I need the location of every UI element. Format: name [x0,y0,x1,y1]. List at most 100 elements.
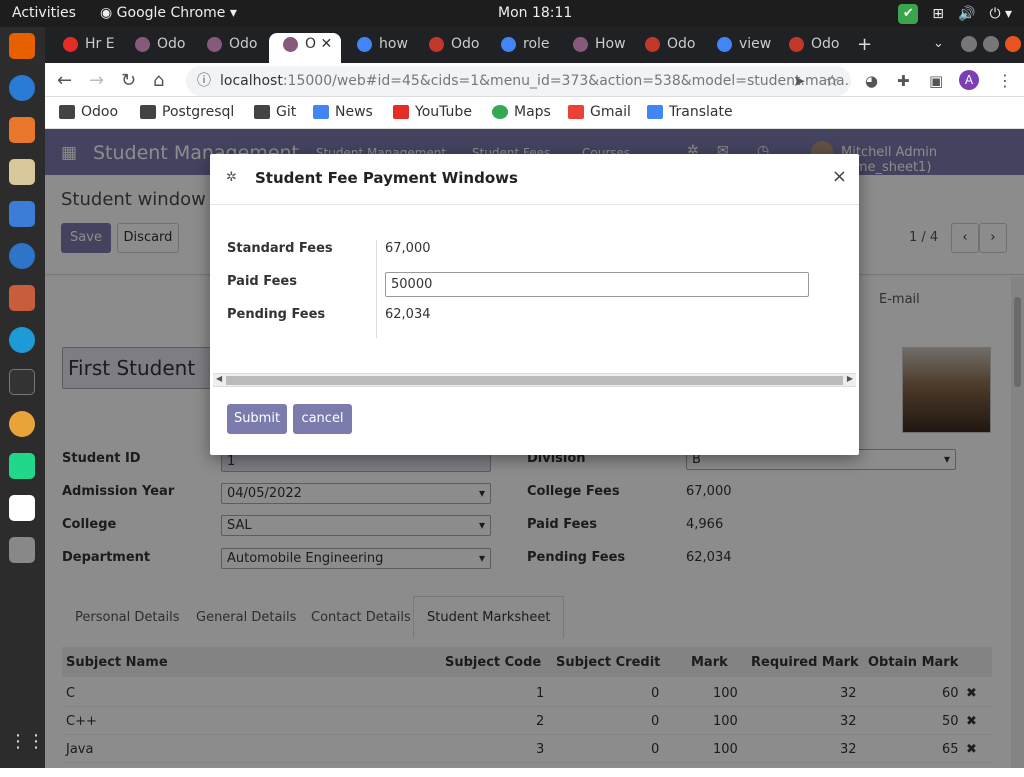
tab-label: Odo [811,36,840,52]
submit-button[interactable]: Submit [227,404,287,434]
url-host: localhost [220,73,283,89]
browser-tab[interactable]: Odo [775,33,847,63]
fee-payment-dialog: ✲ Student Fee Payment Windows × Standard… [210,154,859,455]
maps-icon [492,105,508,119]
tab-label: view [739,36,772,52]
close-window-icon[interactable] [1005,36,1021,52]
power-icon: ⏻ ▾ [989,6,1012,22]
folder-icon [140,105,156,119]
bookmark-maps[interactable]: Maps [492,104,551,120]
tab-favicon [645,37,660,52]
help-icon[interactable] [9,75,35,101]
browser-tab[interactable]: role [487,33,559,63]
thunderbird-icon[interactable] [9,243,35,269]
paid-fees-label: Paid Fees [227,274,297,289]
bookmarks-bar: Odoo Postgresql Git News YouTube Maps Gm… [45,97,1024,129]
firefox-icon[interactable] [9,33,35,59]
send-icon[interactable]: ➤ [793,72,806,90]
dialog-horizontal-scrollbar[interactable]: ◀ ▶ [213,373,856,387]
tab-favicon [501,37,516,52]
tab-favicon [207,37,222,52]
system-tray[interactable]: ✔ ⊞ 🔊 ⏻ ▾ [898,4,1012,24]
maximize-icon[interactable] [983,36,999,52]
dock: ⋮⋮ [0,27,45,768]
show-apps-icon[interactable]: ⋮⋮ [9,731,45,757]
gmail-icon [568,105,584,119]
bookmark-translate[interactable]: Translate [647,104,733,120]
bookmark-star-icon[interactable]: ☆ [825,71,839,90]
browser-tab[interactable]: Odo [631,33,703,63]
writer-icon[interactable] [9,201,35,227]
close-tab-icon[interactable]: ✕ [320,36,332,52]
app-menu[interactable]: ◉ Google Chrome ▾ [100,5,237,21]
speaker-icon[interactable] [9,159,35,185]
folder-icon [59,105,75,119]
skype-icon[interactable] [9,327,35,353]
clock[interactable]: Mon 18:11 [498,5,572,21]
field-divider [376,240,377,338]
tab-search-icon[interactable]: ⌄ [933,36,944,51]
app-name: Google Chrome [116,5,226,21]
browser-tab[interactable]: how [343,33,415,63]
browser-tab[interactable]: Odo [193,33,265,63]
tab-favicon [717,37,732,52]
scroll-right-icon[interactable]: ▶ [847,374,853,383]
bookmark-odoo[interactable]: Odoo [59,104,118,120]
url-input[interactable]: ⓘ localhost:15000/web#id=45&cids=1&menu_… [186,66,851,96]
paid-fees-input[interactable]: 50000 [385,272,809,297]
browser-tab[interactable]: Hr E [49,33,121,63]
minimize-icon[interactable] [961,36,977,52]
browser-tab[interactable]: view [703,33,775,63]
debug-bug-icon[interactable]: ✲ [226,170,237,185]
back-icon[interactable]: ← [57,70,72,91]
bookmark-youtube[interactable]: YouTube [393,104,472,120]
chrome-dock-icon[interactable] [9,411,35,437]
chrome-icon: ◉ [100,5,113,21]
url-path: :15000/web#id=45&cids=1&menu_id=373&acti… [282,73,851,89]
reload-icon[interactable]: ↻ [121,70,136,91]
update-check-icon[interactable]: ✔ [898,4,919,24]
menu-icon[interactable]: ⋮ [997,71,1013,90]
terminal-icon[interactable] [9,369,35,395]
extension-icon[interactable]: ◕ [865,72,878,90]
bookmark-gmail[interactable]: Gmail [568,104,631,120]
browser-tab-active[interactable]: O ✕ [269,33,341,63]
tab-favicon [283,37,298,52]
browser-tab[interactable]: How [559,33,631,63]
tab-favicon [135,37,150,52]
files-icon[interactable] [9,285,35,311]
profile-avatar[interactable]: A [959,70,979,90]
tab-favicon [357,37,372,52]
tab-favicon [63,37,78,52]
tab-strip: Hr E Odo Odo O ✕ how Odo role How Odo vi… [45,27,1024,63]
site-info-icon[interactable]: ⓘ [197,66,211,96]
tab-label: Odo [229,36,258,52]
bookmark-news[interactable]: News [313,104,373,120]
software-icon[interactable] [9,117,35,143]
bookmark-git[interactable]: Git [254,104,296,120]
pycharm-icon[interactable] [9,453,35,479]
viewer-icon[interactable] [9,537,35,563]
puzzle-icon[interactable]: ✚ [897,72,910,90]
tab-favicon [573,37,588,52]
scroll-left-icon[interactable]: ◀ [216,374,222,383]
bookmark-postgresql[interactable]: Postgresql [140,104,234,120]
new-tab-icon[interactable]: + [857,34,872,55]
home-icon[interactable]: ⌂ [153,70,164,91]
scrollbar-thumb[interactable] [226,376,843,385]
tab-label: How [595,36,626,52]
pending-fees-value: 62,034 [385,307,431,322]
youtube-icon [393,105,409,119]
network-icon: ⊞ [932,6,944,22]
app-icon[interactable] [9,495,35,521]
cancel-button[interactable]: cancel [293,404,352,434]
forward-icon[interactable]: → [89,70,104,91]
tab-favicon [429,37,444,52]
browser-tab[interactable]: Odo [415,33,487,63]
activities-button[interactable]: Activities [12,5,76,21]
system-top-bar: Activities ◉ Google Chrome ▾ Mon 18:11 ✔… [0,0,1024,27]
browser-tab[interactable]: Odo [121,33,193,63]
sidebar-icon[interactable]: ▣ [929,72,943,90]
close-icon[interactable]: × [832,166,847,187]
translate-icon [647,105,663,119]
